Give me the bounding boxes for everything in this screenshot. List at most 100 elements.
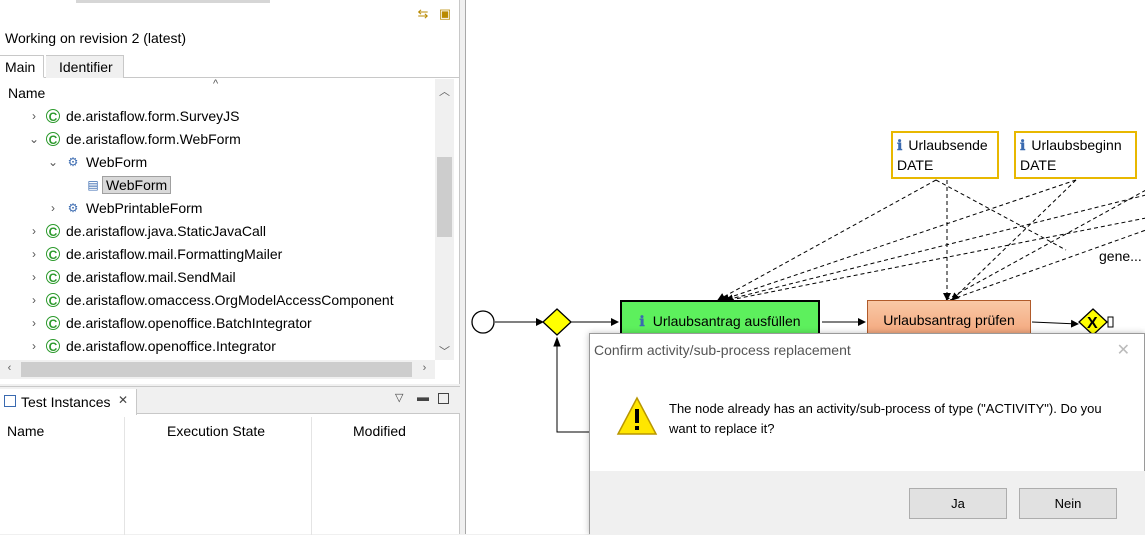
- tab-test-instances-label: Test Instances: [21, 394, 111, 410]
- tree-item-label: WebForm: [102, 176, 172, 194]
- column-divider: [311, 417, 312, 535]
- column-divider: [124, 417, 125, 535]
- form-class-icon: ▤: [87, 178, 99, 192]
- component-icon: C: [46, 293, 60, 308]
- activity-label: Urlaubsantrag ausfüllen: [652, 313, 801, 329]
- data-element-type: DATE: [897, 157, 934, 173]
- tree-item-label: WebPrintableForm: [86, 200, 203, 216]
- tree-item-label: de.aristaflow.java.StaticJavaCall: [66, 223, 266, 239]
- info-icon: ℹ: [897, 137, 903, 153]
- tree-item-label: de.aristaflow.form.WebForm: [66, 131, 241, 147]
- tree-item[interactable]: › C de.aristaflow.mail.FormattingMailer: [0, 244, 435, 267]
- tree-item[interactable]: › C de.aristaflow.openoffice.BatchIntegr…: [0, 313, 435, 336]
- test-instances-tabbar: Test Instances ✕ ▽ ▬: [0, 387, 460, 415]
- xor-mark-icon: X: [1087, 315, 1098, 332]
- pane-title-tab: [76, 0, 270, 3]
- tree-item-label: de.aristaflow.openoffice.Integrator: [66, 338, 276, 354]
- maximize-icon[interactable]: [438, 393, 449, 404]
- tree-item-label: de.aristaflow.form.SurveyJS: [66, 108, 240, 124]
- sort-ascending-icon: ^: [213, 78, 219, 90]
- scroll-up-icon[interactable]: ︿: [437, 83, 452, 99]
- activity-label: Urlaubsantrag prüfen: [883, 312, 1015, 328]
- edge-label: gene...: [1099, 248, 1142, 264]
- test-instances-table-header: Name Execution State Modified: [0, 420, 460, 444]
- tree-item-label: de.aristaflow.mail.SendMail: [66, 269, 236, 285]
- component-icon: C: [46, 316, 60, 331]
- no-button[interactable]: Nein: [1019, 488, 1117, 519]
- view-icon: [4, 395, 16, 407]
- data-flow-edges: [717, 179, 1145, 303]
- tree-item-selected[interactable]: ▤ WebForm: [0, 175, 435, 198]
- explorer-tabs: Main Identifier: [0, 55, 460, 78]
- data-element-name: Urlaubsbeginn: [1031, 137, 1122, 153]
- horizontal-scrollbar[interactable]: ‹ ›: [0, 360, 435, 379]
- tree-item-label: de.aristaflow.omaccess.OrgModelAccessCom…: [66, 292, 394, 308]
- revision-label: Working on revision 2 (latest): [5, 30, 187, 46]
- tree-item[interactable]: › ⚙ WebPrintableForm: [0, 198, 435, 221]
- component-icon: C: [46, 270, 60, 285]
- tree-item-label: de.aristaflow.openoffice.BatchIntegrator: [66, 315, 312, 331]
- expand-icon[interactable]: ›: [28, 293, 40, 307]
- dialog-title: Confirm activity/sub-process replacement: [594, 342, 851, 358]
- info-icon: ℹ: [639, 313, 645, 329]
- form-package-icon: ⚙: [67, 155, 79, 169]
- tab-test-instances[interactable]: Test Instances ✕: [0, 389, 137, 415]
- tab-main[interactable]: Main: [0, 55, 44, 78]
- tree-item[interactable]: ⌄ C de.aristaflow.form.WebForm: [0, 129, 435, 152]
- dialog-message: The node already has an activity/sub-pro…: [669, 401, 1102, 436]
- scroll-right-icon[interactable]: ›: [417, 362, 432, 374]
- component-explorer-pane: ⇆ ▣ Working on revision 2 (latest) Main …: [0, 0, 460, 384]
- tree-item[interactable]: › C de.aristaflow.openoffice.Integrator: [0, 336, 435, 359]
- tree-item[interactable]: › C de.aristaflow.mail.SendMail: [0, 267, 435, 290]
- yes-button[interactable]: Ja: [909, 488, 1007, 519]
- minimize-icon[interactable]: ▬: [417, 390, 429, 404]
- tree-item[interactable]: ⌄ ⚙ WebForm: [0, 152, 435, 175]
- scroll-down-icon[interactable]: ﹀: [437, 343, 452, 359]
- tree-item[interactable]: › C de.aristaflow.omaccess.OrgModelAcces…: [0, 290, 435, 313]
- collapse-icon[interactable]: ⌄: [47, 155, 59, 169]
- expand-icon[interactable]: ›: [28, 339, 40, 353]
- vertical-scroll-thumb[interactable]: [437, 157, 452, 237]
- tree-item-label: de.aristaflow.mail.FormattingMailer: [66, 246, 283, 262]
- xor-join-gateway[interactable]: [542, 308, 572, 336]
- tab-identifier[interactable]: Identifier: [46, 55, 124, 78]
- tree-item[interactable]: › C de.aristaflow.form.SurveyJS: [0, 106, 435, 129]
- gateway-handle[interactable]: [1107, 316, 1114, 328]
- close-icon[interactable]: ✕: [118, 393, 128, 407]
- info-icon: ℹ: [1020, 137, 1026, 153]
- collapse-icon[interactable]: ⌄: [28, 132, 40, 146]
- column-header-name[interactable]: Name: [7, 423, 44, 439]
- data-element-name: Urlaubsende: [908, 137, 988, 153]
- expand-icon[interactable]: ›: [28, 247, 40, 261]
- component-icon: C: [46, 109, 60, 124]
- vertical-scrollbar[interactable]: ︿ ﹀: [435, 79, 454, 360]
- warning-icon: [616, 396, 658, 435]
- horizontal-scroll-thumb[interactable]: [21, 362, 412, 377]
- data-element-urlaubsende[interactable]: ℹ Urlaubsende DATE: [891, 131, 999, 179]
- scroll-left-icon[interactable]: ‹: [2, 362, 17, 374]
- close-icon[interactable]: ✕: [1117, 340, 1130, 360]
- expand-icon[interactable]: ›: [47, 201, 59, 215]
- data-element-type: DATE: [1020, 157, 1057, 173]
- component-icon: C: [46, 224, 60, 239]
- tree-item-label: WebForm: [86, 154, 148, 170]
- sync-icon[interactable]: ⇆: [415, 6, 431, 22]
- component-icon: C: [46, 339, 60, 354]
- expand-icon[interactable]: ›: [28, 224, 40, 238]
- expand-icon[interactable]: ›: [28, 109, 40, 123]
- start-event[interactable]: [471, 310, 495, 334]
- tree-item[interactable]: › C de.aristaflow.java.StaticJavaCall: [0, 221, 435, 244]
- expand-icon[interactable]: ›: [28, 316, 40, 330]
- layout-icon[interactable]: ▣: [437, 6, 453, 22]
- column-header-execution-state[interactable]: Execution State: [167, 423, 265, 439]
- component-icon: C: [46, 132, 60, 147]
- test-instances-pane: Test Instances ✕ ▽ ▬ Name Execution Stat…: [0, 386, 460, 535]
- data-element-urlaubsbeginn[interactable]: ℹ Urlaubsbeginn DATE: [1014, 131, 1137, 179]
- tree-column-header[interactable]: Name ^: [0, 78, 435, 105]
- confirm-replacement-dialog: Confirm activity/sub-process replacement…: [589, 333, 1145, 535]
- dialog-button-bar: Ja Nein: [590, 471, 1145, 535]
- view-menu-icon[interactable]: ▽: [395, 391, 403, 404]
- expand-icon[interactable]: ›: [28, 270, 40, 284]
- component-icon: C: [46, 247, 60, 262]
- column-header-modified[interactable]: Modified: [353, 423, 406, 439]
